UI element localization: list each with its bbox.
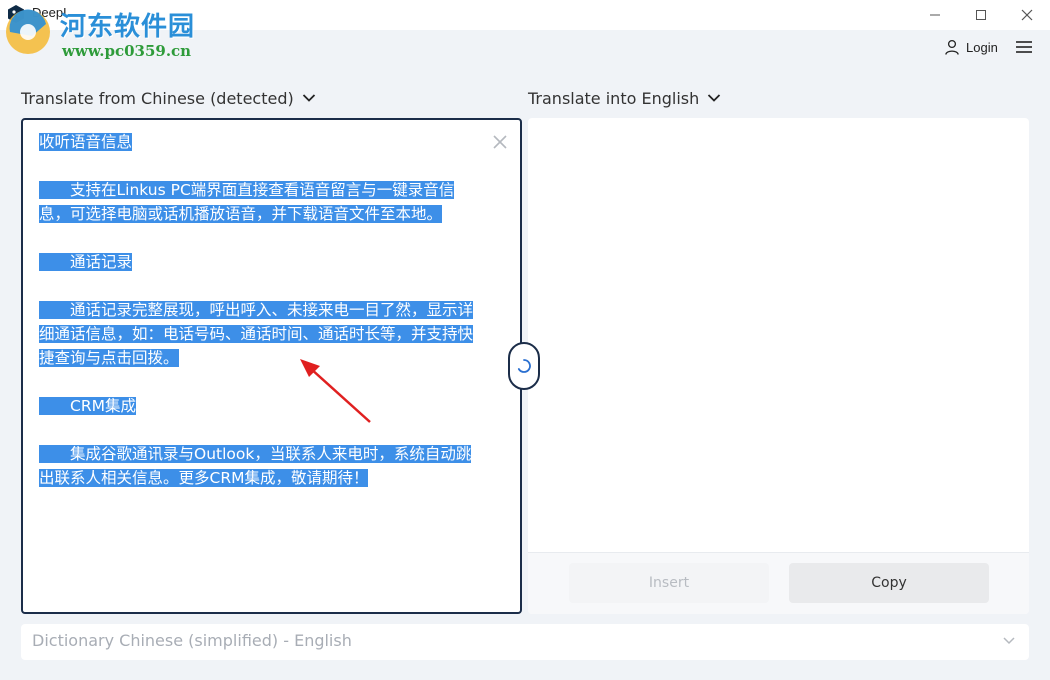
source-paragraph: 收听语音信息 <box>39 130 494 154</box>
source-line: 收听语音信息 <box>39 133 133 151</box>
dictionary-label: Dictionary Chinese (simplified) - Englis… <box>32 631 352 650</box>
source-line: 出联系人相关信息。更多CRM集成，敬请期待！ <box>39 469 369 487</box>
watermark-site-name: 河东软件园 <box>60 12 196 42</box>
clear-text-icon[interactable] <box>492 134 508 150</box>
source-paragraph: 支持在Linkus PC端界面直接查看语音留言与一键录音信 息，可选择电脑或话机播… <box>39 178 494 226</box>
source-textarea[interactable]: 收听语音信息 支持在Linkus PC端界面直接查看语音留言与一键录音信 息，可选… <box>39 130 494 490</box>
target-text-panel: Insert Copy <box>528 118 1029 614</box>
source-language-selector[interactable]: Translate from Chinese (detected) <box>21 87 316 109</box>
copy-button[interactable]: Copy <box>789 563 989 603</box>
source-text-panel[interactable]: 收听语音信息 支持在Linkus PC端界面直接查看语音留言与一键录音信 息，可选… <box>21 118 522 614</box>
minimize-icon <box>930 14 940 16</box>
source-paragraph: CRM集成 <box>39 394 494 418</box>
close-icon <box>1021 9 1033 21</box>
source-paragraph: 通话记录 <box>39 250 494 274</box>
source-language-label: Translate from Chinese (detected) <box>21 88 294 108</box>
watermark-url: www.pc0359.cn <box>62 42 192 60</box>
source-line: CRM集成 <box>39 397 136 415</box>
maximize-button[interactable] <box>958 0 1004 30</box>
dictionary-bar[interactable]: Dictionary Chinese (simplified) - Englis… <box>21 624 1029 660</box>
watermark-logo-icon <box>6 9 50 54</box>
chevron-down-icon <box>302 94 315 102</box>
red-annotation-arrow-icon <box>300 359 371 423</box>
source-line: 捷查询与点击回拨。 <box>39 349 179 367</box>
login-label: Login <box>966 39 998 55</box>
translation-progress-indicator <box>508 342 540 390</box>
source-line: 支持在Linkus PC端界面直接查看语音留言与一键录音信 <box>39 181 455 199</box>
chevron-down-icon <box>1003 637 1015 645</box>
source-line: 通话记录 <box>39 253 133 271</box>
login-button[interactable]: Login <box>944 36 998 58</box>
loading-spinner-icon <box>517 359 531 373</box>
target-language-selector[interactable]: Translate into English <box>528 87 721 109</box>
target-panel-footer: Insert Copy <box>528 552 1029 614</box>
hamburger-menu-icon[interactable] <box>1014 38 1034 56</box>
target-language-label: Translate into English <box>528 88 700 108</box>
source-paragraph: 通话记录完整展现，呼出呼入、未接来电一目了然，显示详 细通话信息，如：电话号码、通… <box>39 298 494 370</box>
source-line: 集成谷歌通讯录与Outlook，当联系人来电时，系统自动跳 <box>39 445 472 463</box>
minimize-button[interactable] <box>912 0 958 30</box>
source-line: 通话记录完整展现，呼出呼入、未接来电一目了然，显示详 <box>39 301 474 319</box>
user-icon <box>945 39 959 55</box>
maximize-icon <box>976 10 986 20</box>
insert-button[interactable]: Insert <box>569 563 769 603</box>
close-window-button[interactable] <box>1004 0 1050 30</box>
source-paragraph: 集成谷歌通讯录与Outlook，当联系人来电时，系统自动跳 出联系人相关信息。更多… <box>39 442 494 490</box>
source-line: 细通话信息，如：电话号码、通话时间、通话时长等，并支持快 <box>39 325 474 343</box>
chevron-down-icon <box>708 94 721 102</box>
source-line: 息，可选择电脑或话机播放语音，并下载语音文件至本地。 <box>39 205 443 223</box>
